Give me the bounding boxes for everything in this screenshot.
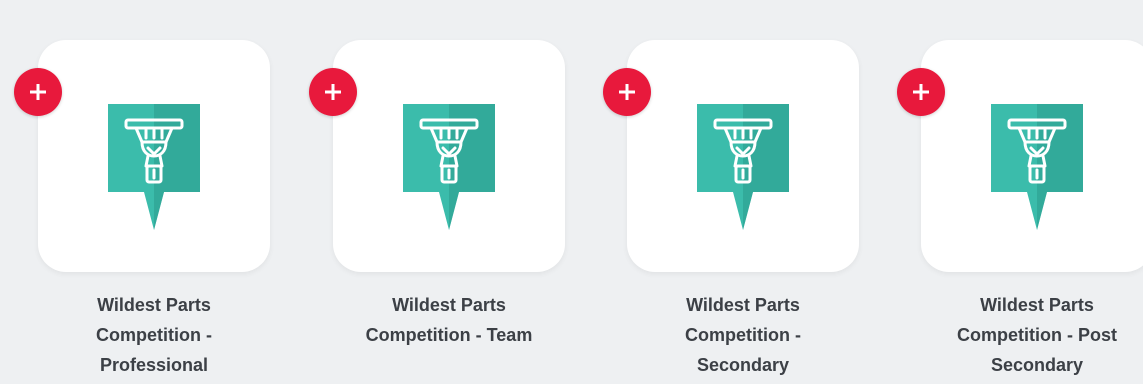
competition-tile[interactable]: Wildest Parts Competition - Secondary — [603, 40, 859, 380]
plus-icon — [913, 84, 929, 100]
competition-card[interactable] — [897, 40, 1143, 272]
competition-name: Wildest Parts Competition - Secondary — [685, 295, 801, 375]
water-tower-marker-icon — [108, 104, 200, 230]
plus-icon — [619, 84, 635, 100]
water-tower-marker-icon — [403, 104, 495, 230]
water-tower-marker-icon — [991, 104, 1083, 230]
plus-icon — [30, 84, 46, 100]
competition-card[interactable] — [14, 40, 270, 272]
add-competition-button[interactable] — [14, 68, 62, 116]
add-competition-button[interactable] — [309, 68, 357, 116]
competition-card[interactable] — [309, 40, 565, 272]
competition-tile[interactable]: Wildest Parts Competition - Professional — [14, 40, 270, 380]
competition-name: Wildest Parts Competition - Professional — [96, 295, 212, 375]
add-competition-button[interactable] — [897, 68, 945, 116]
competition-tile[interactable]: Wildest Parts Competition - Post Seconda… — [897, 40, 1143, 380]
competition-name: Wildest Parts Competition - Team — [365, 295, 533, 345]
add-competition-button[interactable] — [603, 68, 651, 116]
competition-card[interactable] — [603, 40, 859, 272]
competition-name: Wildest Parts Competition - Post Seconda… — [957, 295, 1117, 375]
plus-icon — [325, 84, 341, 100]
competition-tile[interactable]: Wildest Parts Competition - Team — [309, 40, 565, 350]
water-tower-marker-icon — [697, 104, 789, 230]
